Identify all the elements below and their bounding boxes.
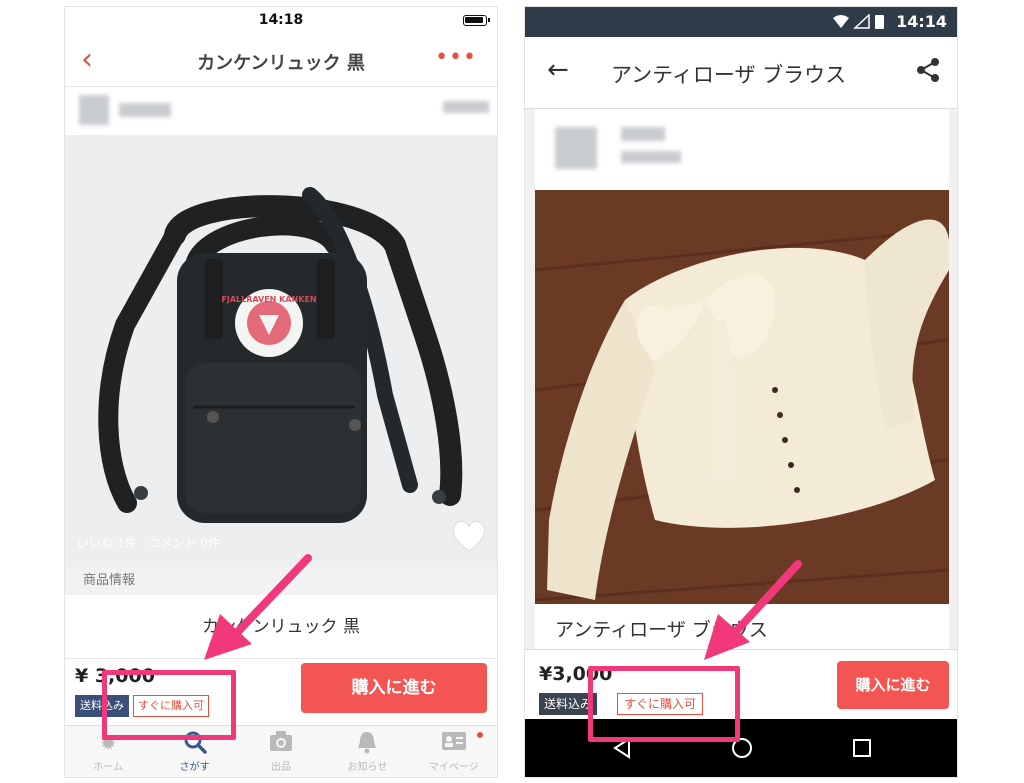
purchase-button[interactable]: 購入に進む [301,663,487,713]
tab-label: ホーム [93,762,124,773]
nav-recents-icon[interactable] [851,737,873,759]
status-bar: 14:18 [65,7,497,33]
tab-label: お知らせ [347,762,388,773]
seller-name-blurred [119,103,171,117]
status-bar: 14:14 [525,7,957,37]
pointer-arrow-ios [204,554,312,660]
signal-icons [831,13,887,34]
highlight-box-android [588,666,740,742]
like-heart-icon[interactable] [451,519,487,553]
product-photo[interactable]: FJALLRAVEN KANKEN いいね 1件 コメント 0件 [65,135,497,567]
navigation-bar: ‹ カンケンリュック 黒 ••• [65,33,497,87]
notification-dot [477,732,484,738]
highlight-box-ios [102,670,236,740]
camera-icon [238,730,324,756]
seller-name-blurred [621,127,665,141]
more-options-icon[interactable]: ••• [435,45,477,70]
pointer-arrow-android [704,560,802,660]
battery-icon [463,15,490,26]
tab-label: さがす [179,762,210,773]
tab-mypage[interactable]: マイページ [411,726,497,777]
app-bar: ← アンティローザ ブラウス [525,37,957,109]
product-photo[interactable] [535,190,949,604]
share-icon[interactable] [915,57,941,83]
status-time: 14:18 [258,12,304,28]
bell-icon [324,730,410,756]
backpack-image: FJALLRAVEN KANKEN [65,135,497,567]
seller-avatar [555,127,597,169]
status-time: 14:14 [896,12,947,31]
tab-label: 出品 [271,762,292,773]
blouse-image [535,190,949,604]
seller-meta-blurred [443,101,489,113]
purchase-button[interactable]: 購入に進む [837,661,949,709]
page-title: カンケンリュック 黒 [197,53,365,74]
profile-card-icon [411,730,497,756]
tab-sell[interactable]: 出品 [238,726,324,777]
page-title: アンティローザ ブラウス [611,63,847,87]
back-arrow-icon[interactable]: ← [547,55,569,85]
seller-meta-blurred [621,151,681,163]
tab-notifications[interactable]: お知らせ [324,726,410,777]
seller-avatar [79,95,109,125]
logo-text: FJALLRAVEN KANKEN [221,295,316,304]
seller-info[interactable] [65,87,497,135]
tab-label: マイページ [428,762,479,773]
